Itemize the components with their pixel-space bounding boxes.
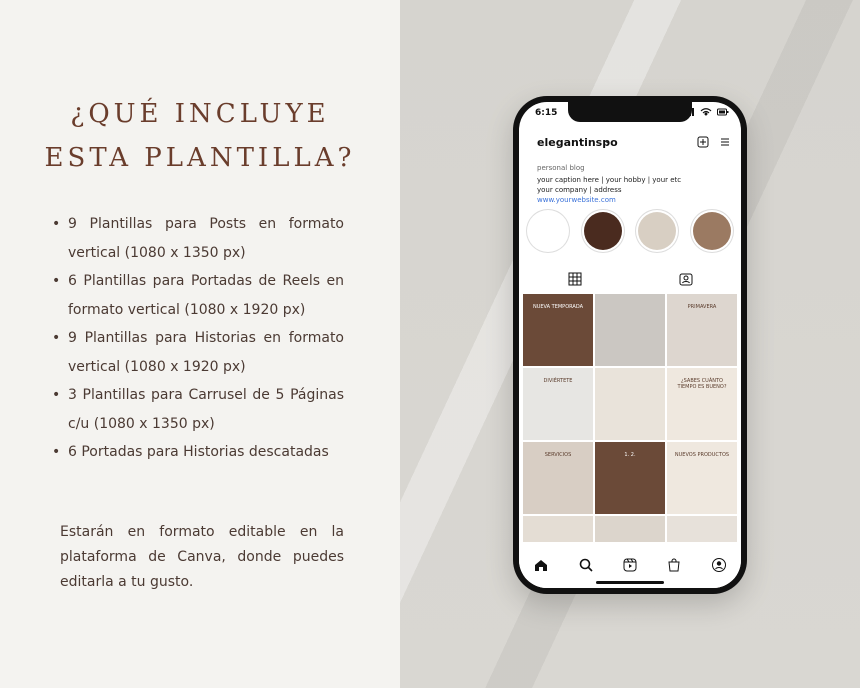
profile-actions	[697, 136, 731, 148]
post-tile-text: NUEVOS PRODUCTOS	[674, 452, 730, 458]
phone-mockup: 6:15 elegantinspo ⌄ personal blog your c…	[513, 96, 747, 594]
grid-icon[interactable]	[568, 272, 582, 286]
home-indicator	[596, 581, 664, 584]
profile-tabs	[519, 272, 741, 286]
post-tile[interactable]: PRIMAVERA	[667, 294, 737, 366]
description-paragraph: Estarán en formato editable en la plataf…	[60, 524, 344, 590]
post-tile-text: SERVICIOS	[544, 452, 572, 458]
title-line-2: ESTA PLANTILLA?	[44, 143, 356, 173]
post-tile[interactable]: NUEVA TEMPORADA	[523, 294, 593, 366]
status-time: 6:15	[535, 108, 558, 118]
post-tile-text: DIVIÉRTETE	[543, 378, 573, 384]
post-tile-text: NUEVA TEMPORADA	[532, 304, 584, 310]
reels-icon[interactable]	[622, 557, 638, 573]
highlight-1[interactable]	[529, 212, 567, 250]
post-tile[interactable]	[595, 368, 665, 440]
post-tile[interactable]: SERVICIOS	[523, 442, 593, 514]
list-item: 6 Plantillas para Portadas de Reels en f…	[52, 267, 344, 324]
battery-icon	[717, 108, 729, 116]
add-post-icon[interactable]	[697, 136, 709, 148]
chevron-down-icon[interactable]: ⌄	[603, 135, 611, 146]
profile-icon[interactable]	[711, 557, 727, 573]
home-icon[interactable]	[533, 557, 549, 573]
post-tile[interactable]: NUEVOS PRODUCTOS	[667, 442, 737, 514]
highlight-2[interactable]	[583, 212, 622, 250]
tagged-icon[interactable]	[679, 272, 693, 286]
search-icon[interactable]	[578, 557, 594, 573]
shop-icon[interactable]	[666, 557, 682, 573]
post-tile[interactable]: 1. 2.	[595, 442, 665, 514]
includes-list: 9 Plantillas para Posts en formato verti…	[52, 210, 344, 467]
list-item: 9 Plantillas para Posts en formato verti…	[52, 210, 344, 267]
list-item: 3 Plantillas para Carrusel de 5 Páginas …	[52, 381, 344, 438]
phone-notch	[568, 102, 692, 122]
list-item: 6 Portadas para Historias descatadas	[52, 438, 344, 467]
bio-label: personal blog	[537, 164, 585, 172]
post-tile[interactable]: ¿SABES CUÁNTO TIEMPO ES BUENO?	[667, 368, 737, 440]
bio-line: your caption here | your hobby | your et…	[537, 176, 682, 184]
story-highlights	[529, 212, 731, 250]
menu-icon[interactable]	[719, 136, 731, 148]
post-tile[interactable]: DIVIÉRTETE	[523, 368, 593, 440]
wifi-icon	[700, 108, 712, 116]
post-tile[interactable]	[595, 294, 665, 366]
title-line-1: ¿QUÉ INCLUYE	[70, 99, 330, 129]
post-tile-text: ¿SABES CUÁNTO TIEMPO ES BUENO?	[677, 378, 727, 390]
bio-line: your company | address	[537, 186, 622, 194]
status-icons	[683, 108, 729, 116]
bio-link[interactable]: www.yourwebsite.com	[537, 196, 616, 204]
signal-icon	[683, 108, 694, 116]
phone-screen: 6:15 elegantinspo ⌄ personal blog your c…	[519, 102, 741, 588]
highlight-4[interactable]	[692, 212, 731, 250]
left-panel: ¿QUÉ INCLUYE ESTA PLANTILLA? 9 Plantilla…	[0, 0, 400, 688]
page-title: ¿QUÉ INCLUYE ESTA PLANTILLA?	[40, 92, 360, 180]
highlight-3[interactable]	[638, 212, 677, 250]
post-tile-text: PRIMAVERA	[687, 304, 717, 310]
list-item: 9 Plantillas para Historias en formato v…	[52, 324, 344, 381]
post-tile-text: 1. 2.	[624, 452, 636, 458]
